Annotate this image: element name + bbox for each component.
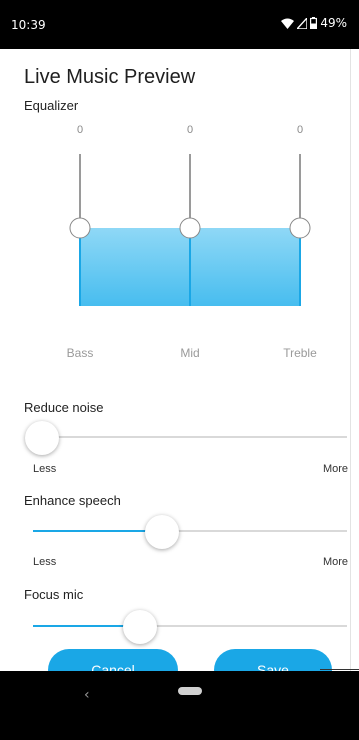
navigation-bar: ‹ xyxy=(0,671,359,740)
back-icon[interactable]: ‹ xyxy=(84,687,90,703)
callout-line xyxy=(320,669,359,670)
eq-mid-label: Mid xyxy=(180,346,200,360)
focus-mic-slider[interactable] xyxy=(33,610,347,644)
reduce-noise-label: Reduce noise xyxy=(24,400,104,415)
slider-fill xyxy=(33,530,162,532)
slider-track xyxy=(33,436,347,438)
reduce-noise-min-label: Less xyxy=(33,463,57,475)
equalizer-graph xyxy=(69,154,311,306)
focus-mic-label: Focus mic xyxy=(24,587,84,602)
reduce-noise-max-label: More xyxy=(322,463,348,475)
eq-bass-handle[interactable] xyxy=(69,217,91,239)
home-pill-icon[interactable] xyxy=(178,687,202,695)
enhance-speech-max-label: More xyxy=(322,556,348,568)
slider-thumb[interactable] xyxy=(144,515,179,549)
reduce-noise-slider[interactable] xyxy=(25,421,347,455)
eq-treble-label: Treble xyxy=(283,346,317,360)
eq-bass-label: Bass xyxy=(66,346,94,360)
eq-treble-handle[interactable] xyxy=(289,217,311,239)
slider-thumb[interactable] xyxy=(25,421,60,455)
enhance-speech-slider[interactable] xyxy=(33,515,347,549)
eq-mid-handle[interactable] xyxy=(179,217,201,239)
enhance-speech-min-label: Less xyxy=(33,556,57,568)
slider-thumb[interactable] xyxy=(122,610,157,644)
enhance-speech-label: Enhance speech xyxy=(24,493,121,508)
